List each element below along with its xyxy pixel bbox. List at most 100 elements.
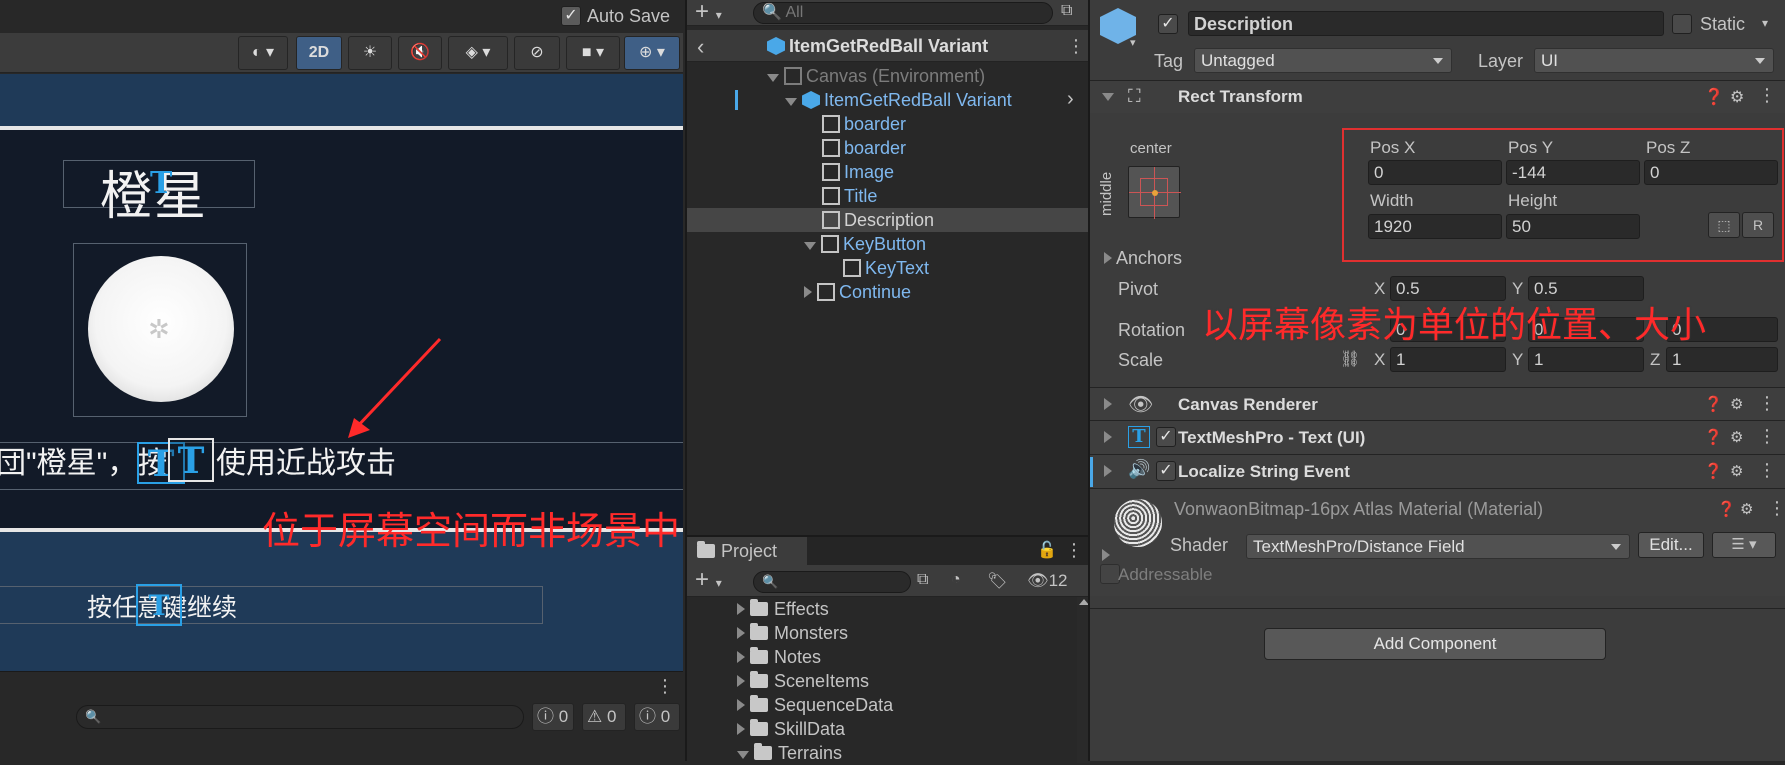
component-menu-icon[interactable]: ⋮ — [1758, 393, 1776, 414]
textmeshpro-enabled-checkbox[interactable]: ✓ — [1156, 427, 1176, 447]
component-menu-icon[interactable]: ⋮ — [1768, 498, 1785, 519]
presets-icon[interactable]: ⚙ — [1730, 87, 1744, 107]
camera-settings-icon[interactable]: ■ ▾ — [566, 36, 620, 70]
draw-mode-button[interactable]: ◐ ▾ — [238, 36, 288, 70]
expand-arrow-icon[interactable] — [737, 723, 745, 735]
anchors-row[interactable]: Anchors — [1104, 248, 1182, 269]
component-menu-icon[interactable]: ⋮ — [1758, 85, 1776, 106]
project-tab[interactable]: Project — [687, 537, 807, 565]
folder-row[interactable]: Monsters — [737, 621, 848, 645]
tag-dropdown[interactable]: Untagged — [1194, 48, 1452, 73]
layer-dropdown[interactable]: UI — [1534, 48, 1774, 73]
static-dropdown-chevron-icon[interactable]: ▾ — [1762, 16, 1768, 30]
tree-row-image[interactable]: Image — [822, 160, 894, 184]
scale-z-field[interactable]: 1 — [1666, 347, 1778, 372]
shader-edit-button[interactable]: Edit... — [1638, 532, 1704, 558]
material-preview-icon[interactable] — [1114, 499, 1162, 547]
component-menu-icon[interactable]: ⋮ — [1758, 460, 1776, 481]
canvas-renderer-header[interactable]: 👁 Canvas Renderer ❓ ⚙ ⋮ — [1090, 387, 1785, 420]
collapse-arrow-icon[interactable] — [1104, 252, 1112, 264]
textmeshpro-header[interactable]: T ✓ TextMeshPro - Text (UI) ❓ ⚙ ⋮ — [1090, 420, 1785, 454]
hierarchy-search-input[interactable]: 🔍 All — [753, 2, 1053, 24]
search-options-icon[interactable]: ⧉ — [1061, 2, 1072, 20]
lighting-toggle-icon[interactable]: ☀ — [348, 36, 392, 70]
help-icon[interactable]: ❓ — [1704, 395, 1723, 413]
visibility-toggle-icon[interactable]: ⊘ — [514, 36, 560, 70]
collapse-arrow-icon[interactable] — [1104, 465, 1112, 477]
error-count-button[interactable]: ⓘ 0 — [634, 703, 680, 731]
localize-enabled-checkbox[interactable]: ✓ — [1156, 461, 1176, 481]
pos-y-field[interactable]: -144 — [1506, 160, 1640, 185]
tree-row-keytext[interactable]: KeyText — [843, 256, 929, 280]
expand-arrow-icon[interactable] — [737, 603, 745, 615]
collapse-arrow-icon[interactable] — [1104, 431, 1112, 443]
expand-arrow-icon[interactable] — [737, 675, 745, 687]
project-menu-icon[interactable]: ⋮ — [1065, 540, 1083, 561]
2d-toggle[interactable]: 2D — [296, 36, 342, 70]
expand-arrow-icon[interactable] — [1102, 93, 1114, 101]
localize-string-header[interactable]: 🔊 ✓ Localize String Event ❓ ⚙ ⋮ — [1090, 454, 1785, 488]
folder-row[interactable]: SceneItems — [737, 669, 869, 693]
blueprint-mode-icon[interactable]: ⬚ — [1708, 212, 1740, 238]
static-checkbox[interactable] — [1672, 14, 1692, 34]
tree-row-continue[interactable]: Continue — [804, 280, 911, 304]
help-icon[interactable]: ❓ — [1704, 87, 1724, 107]
hidden-packages-button[interactable]: 👁12 — [1027, 571, 1068, 591]
expand-arrow-icon[interactable] — [785, 98, 797, 106]
height-field[interactable]: 50 — [1506, 214, 1640, 239]
scale-y-field[interactable]: 1 — [1528, 347, 1644, 372]
object-name-field[interactable]: Description — [1188, 11, 1664, 36]
folder-row[interactable]: Notes — [737, 645, 821, 669]
collapse-arrow-icon[interactable] — [1104, 398, 1112, 410]
presets-icon[interactable]: ⚙ — [1730, 462, 1743, 480]
constrain-proportions-icon[interactable]: ⛓ — [1340, 349, 1360, 369]
create-button[interactable]: + ▾ — [695, 0, 722, 27]
breadcrumb-menu-icon[interactable]: ⋮ — [1067, 36, 1085, 57]
tree-row-boarder-1[interactable]: boarder — [822, 112, 906, 136]
info-count-button[interactable]: ⓘ 0 — [532, 703, 574, 731]
project-search-input[interactable]: 🔍 — [753, 571, 911, 593]
shader-options-icon[interactable]: ☰ ▾ — [1712, 532, 1776, 558]
folder-row[interactable]: SkillData — [737, 717, 845, 741]
warn-count-button[interactable]: ⚠ 0 — [582, 703, 626, 731]
search-by-type-icon[interactable]: ⧉ — [917, 571, 928, 589]
filter-by-label-icon[interactable]: 🏷 — [987, 571, 1007, 591]
add-component-button[interactable]: Add Component — [1264, 628, 1606, 660]
help-icon[interactable]: ❓ — [1704, 428, 1723, 446]
expand-arrow-icon[interactable] — [737, 699, 745, 711]
tree-row-description[interactable]: Description — [822, 208, 934, 232]
tree-row-canvas[interactable]: Canvas (Environment) — [767, 64, 985, 88]
presets-icon[interactable]: ⚙ — [1730, 428, 1743, 446]
icon-dropdown-chevron-icon[interactable]: ▾ — [1130, 36, 1136, 49]
addressable-checkbox[interactable] — [1100, 564, 1120, 584]
effects-toggle-icon[interactable]: ◈ ▾ — [448, 36, 508, 70]
tree-row-keybutton[interactable]: KeyButton — [804, 232, 926, 256]
lock-icon[interactable]: 🔓 — [1037, 540, 1057, 560]
collapse-arrow-icon[interactable] — [1102, 549, 1110, 561]
help-icon[interactable]: ❓ — [1717, 500, 1736, 518]
project-create-button[interactable]: + ▾ — [695, 567, 722, 596]
expand-arrow-icon[interactable] — [737, 627, 745, 639]
pos-x-field[interactable]: 0 — [1368, 160, 1502, 185]
rect-transform-header[interactable]: ⛶ Rect Transform ❓ ⚙ ⋮ — [1090, 80, 1785, 113]
console-search-input[interactable]: 🔍 — [76, 705, 524, 729]
collapse-arrow-icon[interactable] — [804, 286, 812, 298]
presets-icon[interactable]: ⚙ — [1740, 500, 1753, 518]
help-icon[interactable]: ❓ — [1704, 462, 1723, 480]
presets-icon[interactable]: ⚙ — [1730, 395, 1743, 413]
tree-row-boarder-2[interactable]: boarder — [822, 136, 906, 160]
tree-row-root[interactable]: ItemGetRedBall Variant — [785, 88, 1012, 112]
active-checkbox[interactable]: ✓ — [1158, 14, 1178, 34]
expand-arrow-icon[interactable] — [737, 751, 749, 759]
open-prefab-chevron-icon[interactable]: › — [1067, 88, 1074, 111]
tree-row-title[interactable]: Title — [822, 184, 877, 208]
shader-dropdown[interactable]: TextMeshPro/Distance Field — [1246, 534, 1630, 559]
audio-toggle-icon[interactable]: 🔇 — [398, 36, 442, 70]
folder-row[interactable]: SequenceData — [737, 693, 893, 717]
raw-edit-mode-icon[interactable]: R — [1742, 212, 1774, 238]
expand-arrow-icon[interactable] — [804, 242, 816, 250]
back-chevron-icon[interactable]: ‹ — [697, 34, 704, 60]
expand-arrow-icon[interactable] — [737, 651, 745, 663]
filter-by-type-icon[interactable]: ◔ — [951, 571, 961, 589]
gizmos-toggle-icon[interactable]: ⊕ ▾ — [624, 36, 680, 70]
